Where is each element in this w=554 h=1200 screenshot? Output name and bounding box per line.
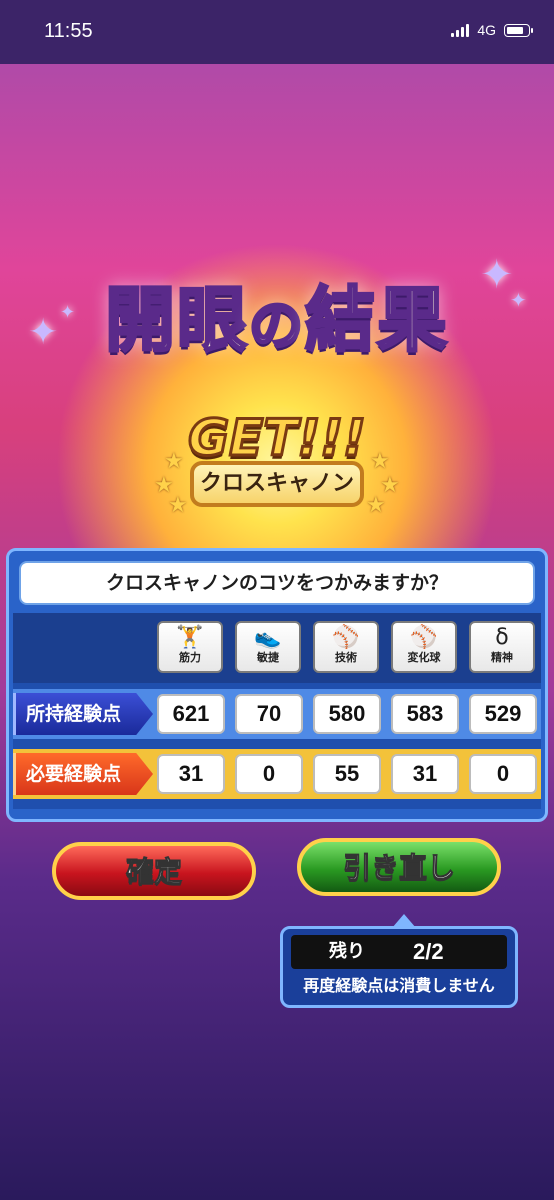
star-icon: ★ [366, 493, 386, 518]
signal-icon [451, 23, 470, 37]
status-bar: 11:55 4G [0, 0, 554, 64]
remaining-value: 2/2 [413, 939, 444, 964]
skill-name-plate: クロスキャノン [190, 461, 364, 507]
owned-value-spirit: 529 [469, 694, 537, 734]
stat-header-agility: 👟 敏捷 [235, 621, 301, 673]
game-screen: ✦ ✦ ✦ ✦ 開眼の結果 GET!!! ★ ★ ★ ★ ★ ★ クロスキャノン… [0, 64, 554, 1200]
remaining-label: 残り [329, 941, 365, 962]
remaining-note: 再度経験点は消費しません [303, 976, 495, 995]
network-label: 4G [477, 22, 496, 38]
stat-label: 技術 [335, 651, 357, 664]
required-value-technique: 55 [313, 754, 381, 794]
status-indicators: 4G [451, 22, 533, 38]
get-badge: GET!!! ★ ★ ★ ★ ★ ★ クロスキャノン [152, 408, 402, 519]
status-time: 11:55 [44, 20, 93, 42]
dumbbell-icon: 🏋 [176, 625, 204, 650]
bat-icon: ⚾ [332, 625, 360, 650]
get-text: GET!!! [187, 408, 368, 469]
stat-label: 変化球 [407, 651, 441, 664]
redraw-button[interactable]: 引き直し [297, 838, 501, 896]
stat-header-breaking-ball: ⚾ 変化球 [391, 621, 457, 673]
required-value-strength: 31 [157, 754, 225, 794]
stat-label: 筋力 [179, 651, 201, 664]
owned-value-breaking-ball: 583 [391, 694, 459, 734]
star-icon: ★ [370, 449, 390, 474]
result-title: 開眼の結果 [0, 264, 554, 365]
stat-header-row: 🏋 筋力 👟 敏捷 ⚾ 技術 ⚾ 変化球 δ 精神 [13, 613, 541, 683]
title-part1: 開眼 [104, 278, 249, 363]
remaining-counter: 残り 2/2 [291, 935, 507, 969]
title-part3: 結果 [304, 278, 449, 363]
star-icon: ★ [164, 449, 184, 474]
baseball-icon: ⚾ [410, 625, 438, 650]
stat-label: 敏捷 [257, 651, 279, 664]
star-icon: ★ [168, 493, 188, 518]
required-value-spirit: 0 [469, 754, 537, 794]
required-exp-label: 必要経験点 [13, 753, 153, 795]
required-exp-row: 必要経験点 31 0 55 31 0 [13, 749, 541, 799]
remaining-tooltip: 残り 2/2 再度経験点は消費しません [280, 926, 518, 1008]
owned-value-agility: 70 [235, 694, 303, 734]
stat-header-technique: ⚾ 技術 [313, 621, 379, 673]
required-value-breaking-ball: 31 [391, 754, 459, 794]
stat-table: 🏋 筋力 👟 敏捷 ⚾ 技術 ⚾ 変化球 δ 精神 所持経験点 621 70 5… [13, 613, 541, 809]
owned-exp-label: 所持経験点 [13, 693, 153, 735]
stat-header-spirit: δ 精神 [469, 621, 535, 673]
title-part2: の [248, 293, 305, 359]
battery-icon [504, 23, 533, 37]
owned-value-strength: 621 [157, 694, 225, 734]
spirit-icon: δ [495, 625, 509, 650]
owned-exp-row: 所持経験点 621 70 580 583 529 [13, 689, 541, 739]
stat-header-strength: 🏋 筋力 [157, 621, 223, 673]
question-text: クロスキャノンのコツをつかみますか？ [19, 561, 535, 605]
stat-label: 精神 [491, 651, 513, 664]
sneaker-icon: 👟 [254, 625, 282, 650]
owned-value-technique: 580 [313, 694, 381, 734]
experience-panel: クロスキャノンのコツをつかみますか？ 🏋 筋力 👟 敏捷 ⚾ 技術 ⚾ 変化球 [6, 548, 548, 822]
confirm-button[interactable]: 確定 [52, 842, 256, 900]
required-value-agility: 0 [235, 754, 303, 794]
